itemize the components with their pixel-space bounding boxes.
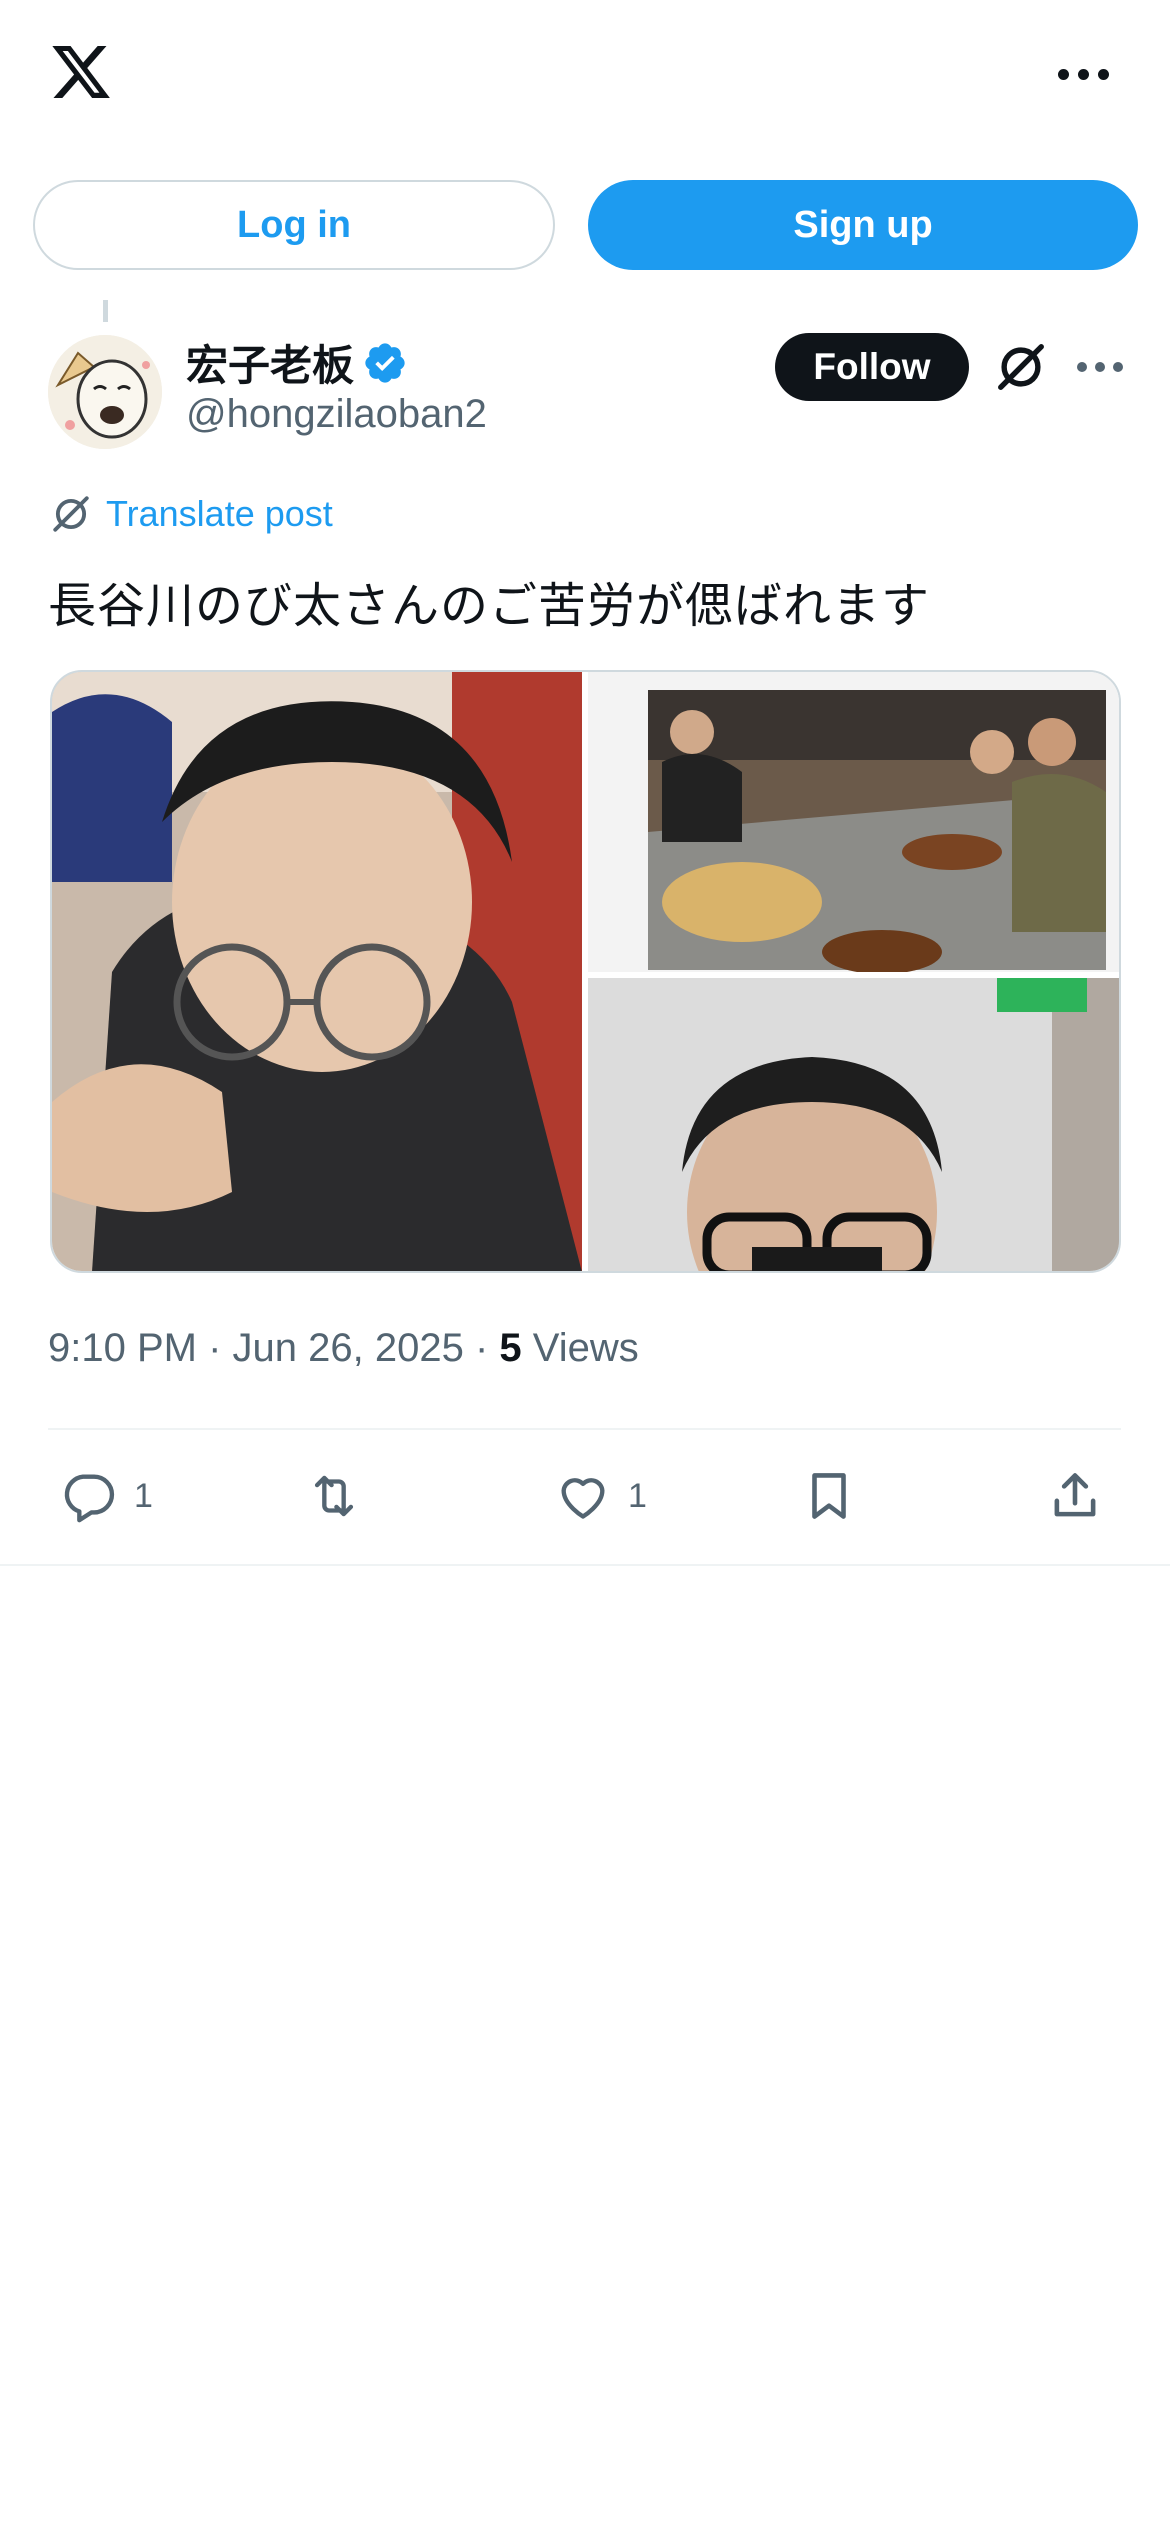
translate-icon xyxy=(53,496,89,532)
meta-separator: · xyxy=(474,1326,500,1370)
repost-button[interactable] xyxy=(305,1466,379,1526)
grok-icon[interactable] xyxy=(994,340,1048,394)
translate-post-label: Translate post xyxy=(106,493,333,534)
reply-button[interactable]: 1 xyxy=(60,1466,153,1526)
reply-count: 1 xyxy=(134,1476,153,1515)
views-label-text: Views xyxy=(532,1326,639,1370)
post-more-icon[interactable] xyxy=(1077,362,1123,372)
share-icon xyxy=(1054,1473,1096,1517)
post-date[interactable]: Jun 26, 2025 xyxy=(233,1326,464,1370)
login-button[interactable]: Log in xyxy=(33,180,555,270)
author-name[interactable]: 宏子老板 xyxy=(186,332,354,393)
translate-post-link[interactable]: Translate post xyxy=(50,493,333,535)
post-time[interactable]: 9:10 PM xyxy=(48,1326,197,1370)
bookmark-icon xyxy=(812,1473,846,1519)
heart-icon xyxy=(561,1478,605,1519)
media-photo-2[interactable] xyxy=(588,672,1121,974)
media-grid xyxy=(50,670,1121,1273)
like-count: 1 xyxy=(628,1476,647,1515)
top-bar xyxy=(0,0,1170,150)
post-text: 長谷川のび太さんのご苦労が偲ばれます xyxy=(48,578,931,634)
avatar-image xyxy=(48,335,162,449)
media-photo-3[interactable] xyxy=(588,978,1121,1273)
follow-button[interactable]: Follow xyxy=(775,333,969,401)
media-photo-1[interactable] xyxy=(52,672,582,1273)
author-handle[interactable]: @hongzilaoban2 xyxy=(186,392,487,437)
meta-separator: · xyxy=(208,1326,233,1370)
x-logo-icon[interactable] xyxy=(46,40,116,104)
action-bar: 1 1 xyxy=(0,1430,1170,1564)
more-horizontal-icon[interactable] xyxy=(1058,64,1118,84)
thread-connector xyxy=(103,300,108,322)
bookmark-button[interactable] xyxy=(800,1466,858,1526)
avatar[interactable] xyxy=(48,335,162,449)
post-bottom-border xyxy=(0,1564,1170,1566)
reply-icon xyxy=(64,1474,115,1523)
views-count: 5 xyxy=(499,1326,522,1370)
author-name-row[interactable]: 宏子老板 xyxy=(186,332,408,393)
share-button[interactable] xyxy=(1046,1466,1104,1526)
repost-icon xyxy=(314,1475,354,1517)
like-button[interactable]: 1 xyxy=(554,1466,647,1526)
post-meta: 9:10 PM · Jun 26, 2025 · 5 Views xyxy=(48,1326,639,1371)
verified-badge-icon xyxy=(365,342,405,383)
signup-button[interactable]: Sign up xyxy=(588,180,1138,270)
views-label: Views xyxy=(533,1326,639,1370)
